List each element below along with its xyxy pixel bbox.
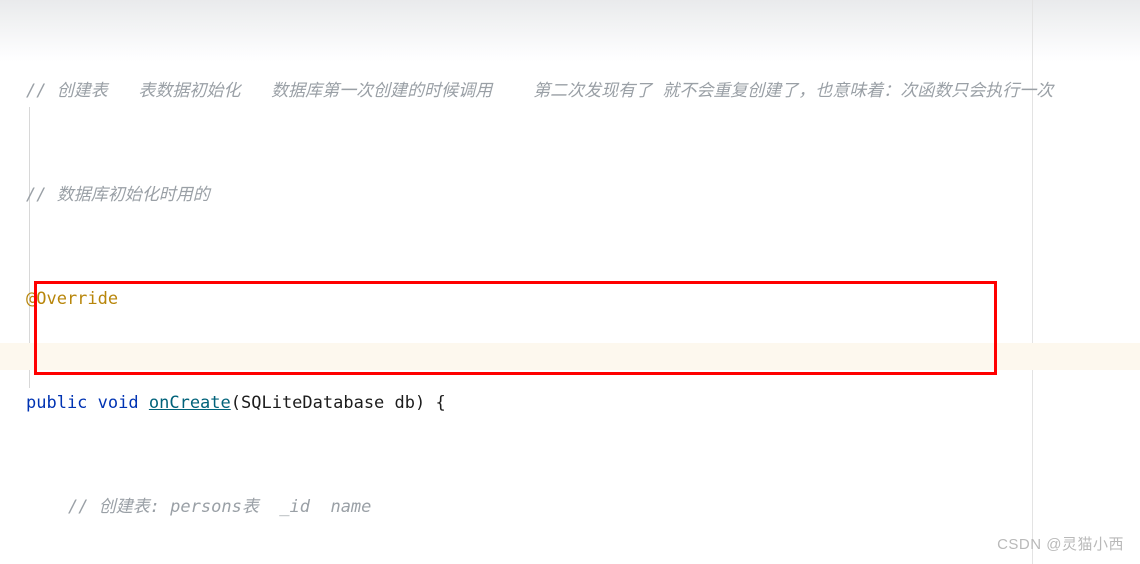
keyword-public: public (26, 393, 88, 413)
comment-persons-table: // 创建表: persons表 _id name (68, 497, 372, 517)
red-annotation-box (34, 281, 997, 375)
code-line-comment-persons-table: // 创建表: persons表 _id name (0, 494, 1140, 520)
oncreate-params: (SQLiteDatabase db) { (230, 393, 446, 413)
code-line-oncreate-signature: public void onCreate(SQLiteDatabase db) … (0, 390, 1140, 416)
method-name-oncreate: onCreate (148, 393, 231, 413)
code-line-comment-create-table: // 创建表 表数据初始化 数据库第一次创建的时候调用 第二次发现有了 就不会重… (0, 78, 1140, 104)
keyword-void: void (97, 393, 139, 413)
comment-create-table-part2: 第二次发现有了 就不会重复创建了，也意味着：次函数只会执行一次 (533, 81, 1054, 101)
comment-spacer (492, 81, 533, 101)
code-line-comment-db-init: // 数据库初始化时用的 (0, 182, 1140, 208)
csdn-watermark: CSDN @灵猫小西 (997, 536, 1124, 553)
comment-create-table-part1: // 创建表 表数据初始化 数据库第一次创建的时候调用 (26, 81, 493, 101)
comment-db-init: // 数据库初始化时用的 (26, 185, 210, 205)
code-editor-screenshot: // 创建表 表数据初始化 数据库第一次创建的时候调用 第二次发现有了 就不会重… (0, 0, 1140, 564)
